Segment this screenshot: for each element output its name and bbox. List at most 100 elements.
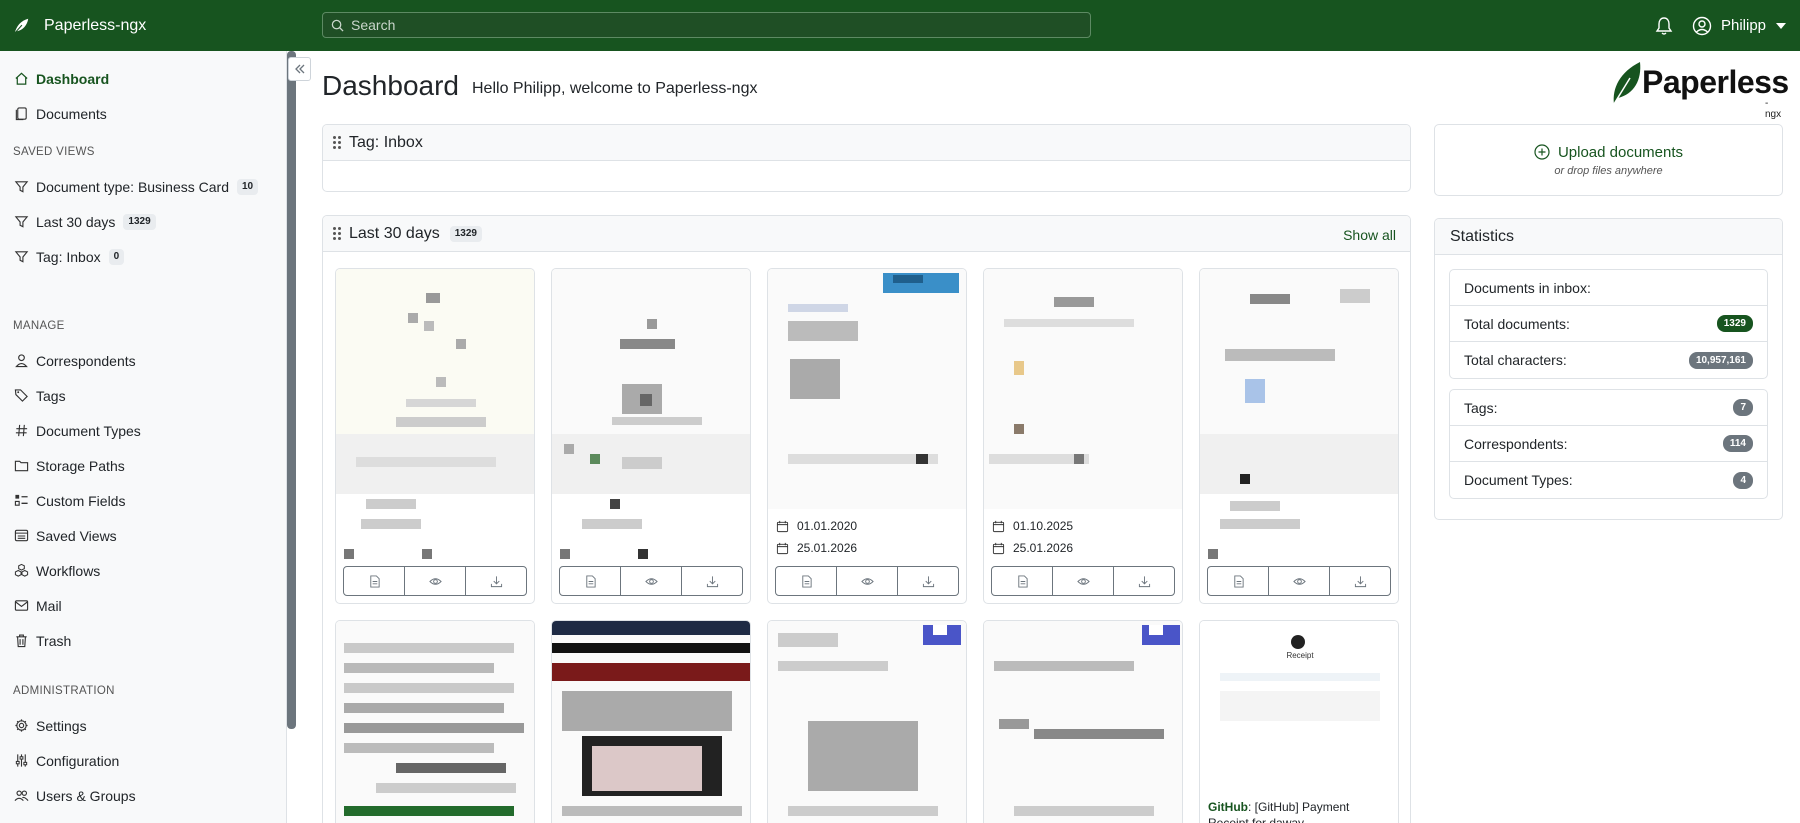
document-title[interactable]: GitHub: [GitHub] Payment Receipt for daw… <box>1200 791 1398 823</box>
sidebar-item-label: Tag: Inbox <box>36 248 101 265</box>
sidebar-item-dashboard[interactable]: Dashboard <box>0 61 286 96</box>
upload-documents-button[interactable]: Upload documents <box>1534 144 1683 161</box>
sidebar-item-workflows[interactable]: Workflows <box>0 553 286 588</box>
funnel-icon <box>14 251 29 263</box>
document-dates: 01.10.2025 25.01.2026 <box>984 509 1182 559</box>
widget-header[interactable]: Tag: Inbox <box>323 125 1410 161</box>
widget-header[interactable]: Last 30 days 1329 <box>323 216 1410 252</box>
app-name: Paperless-ngx <box>44 16 147 34</box>
stat-label: Total characters: <box>1464 352 1567 368</box>
user-avatar-icon <box>1692 16 1712 35</box>
sidebar-item-mail[interactable]: Mail <box>0 588 286 623</box>
document-thumbnail[interactable] <box>768 269 966 509</box>
document-thumbnail[interactable] <box>552 621 750 823</box>
document-thumbnail[interactable] <box>984 269 1182 509</box>
stat-total-characters: Total characters: 10,957,161 <box>1450 342 1767 378</box>
sidebar-item-document-types[interactable]: Document Types <box>0 413 286 448</box>
sidebar-item-storage-paths[interactable]: Storage Paths <box>0 448 286 483</box>
download-icon <box>922 575 934 587</box>
document-card[interactable] <box>335 268 535 604</box>
preview-button[interactable] <box>1053 567 1114 595</box>
document-card[interactable] <box>1199 268 1399 604</box>
sidebar-item-configuration[interactable]: Configuration <box>0 743 286 778</box>
stat-correspondents[interactable]: Correspondents: 114 <box>1450 426 1767 462</box>
download-button[interactable] <box>466 567 526 595</box>
search-box[interactable] <box>322 12 1091 38</box>
details-button[interactable] <box>992 567 1053 595</box>
drag-handle-icon[interactable] <box>333 135 341 150</box>
sidebar-item-tags[interactable]: Tags <box>0 378 286 413</box>
drag-handle-icon[interactable] <box>333 226 341 241</box>
document-card[interactable]: 01.01.2020 25.01.2026 <box>767 268 967 604</box>
statistics-group-documents: Documents in inbox: Total documents: 132… <box>1449 269 1768 379</box>
document-card[interactable] <box>551 268 751 604</box>
download-button[interactable] <box>682 567 742 595</box>
sidebar-item-users-groups[interactable]: Users & Groups <box>0 778 286 813</box>
date-text: 01.10.2025 <box>1013 519 1074 533</box>
sidebar-item-saved-views[interactable]: Saved Views <box>0 518 286 553</box>
eye-icon <box>428 577 442 585</box>
preview-button[interactable] <box>1269 567 1330 595</box>
upload-widget[interactable]: Upload documents or drop files anywhere <box>1434 124 1783 196</box>
details-button[interactable] <box>1208 567 1269 595</box>
saved-views-heading: SAVED VIEWS <box>13 146 95 158</box>
sidebar-saved-view[interactable]: Tag: Inbox 0 <box>0 239 286 274</box>
sidebar-item-trash[interactable]: Trash <box>0 623 286 658</box>
document-card[interactable] <box>551 620 751 823</box>
sidebar-item-custom-fields[interactable]: Custom Fields <box>0 483 286 518</box>
preview-button[interactable] <box>621 567 682 595</box>
person-icon <box>15 354 28 368</box>
download-button[interactable] <box>1330 567 1390 595</box>
document-card[interactable] <box>335 620 535 823</box>
document-thumbnail[interactable] <box>336 621 534 823</box>
details-button[interactable] <box>344 567 405 595</box>
details-button[interactable] <box>560 567 621 595</box>
preview-button[interactable] <box>405 567 466 595</box>
stat-document-types[interactable]: Document Types: 4 <box>1450 462 1767 498</box>
document-card[interactable]: 01.10.2025 25.01.2026 <box>983 268 1183 604</box>
download-button[interactable] <box>1114 567 1174 595</box>
count-badge: 0 <box>108 248 125 265</box>
download-button[interactable] <box>898 567 958 595</box>
statistics-group-metadata: Tags: 7 Correspondents: 114 Document Typ… <box>1449 389 1768 499</box>
window-stack-icon <box>14 529 29 542</box>
sidebar-saved-view[interactable]: Document type: Business Card 10 <box>0 169 286 204</box>
details-button[interactable] <box>776 567 837 595</box>
user-menu[interactable]: Philipp <box>1692 16 1786 36</box>
document-thumbnail[interactable] <box>984 621 1182 823</box>
search-input[interactable] <box>351 17 1051 33</box>
sidebar-saved-view[interactable]: Last 30 days 1329 <box>0 204 286 239</box>
document-card[interactable] <box>983 620 1183 823</box>
file-text-icon <box>585 574 596 588</box>
stat-label: Documents in inbox: <box>1464 279 1591 296</box>
document-card[interactable] <box>767 620 967 823</box>
preview-button[interactable] <box>837 567 898 595</box>
sidebar-scrollbar[interactable] <box>287 51 296 729</box>
sidebar-item-label: Workflows <box>36 562 101 579</box>
bell-icon[interactable] <box>1654 16 1674 36</box>
sidebar-item-documents[interactable]: Documents <box>0 96 286 131</box>
correspondent-name[interactable]: GitHub <box>1208 800 1248 814</box>
added-date: 25.01.2026 <box>992 537 1174 559</box>
document-dates: 01.01.2020 25.01.2026 <box>768 509 966 559</box>
show-all-link[interactable]: Show all <box>1343 227 1396 243</box>
stat-tags[interactable]: Tags: 7 <box>1450 390 1767 426</box>
sidebar-item-label: Last 30 days <box>36 213 116 230</box>
trash-icon <box>16 634 27 648</box>
sidebar-item-label: Correspondents <box>36 352 136 369</box>
sidebar: Dashboard Documents SAVED VIEWS Document… <box>0 51 287 823</box>
document-card[interactable]: Receipt GitHub: [GitHub] Payment Receipt… <box>1199 620 1399 823</box>
hash-icon <box>15 424 28 437</box>
sidebar-item-label: Document type: Business Card <box>36 178 229 195</box>
document-thumbnail[interactable] <box>768 621 966 823</box>
collapse-sidebar-button[interactable] <box>288 57 311 81</box>
inbox-widget: Tag: Inbox <box>322 124 1411 192</box>
brand[interactable]: Paperless-ngx <box>0 17 320 35</box>
recent-documents-widget: Last 30 days 1329 Show all 01.01.2020 25… <box>322 215 1411 823</box>
sidebar-item-correspondents[interactable]: Correspondents <box>0 343 286 378</box>
added-date: 25.01.2026 <box>776 537 958 559</box>
sidebar-item-settings[interactable]: Settings <box>0 708 286 743</box>
document-thumbnail[interactable]: Receipt <box>1200 621 1398 791</box>
stat-total-documents[interactable]: Total documents: 1329 <box>1450 306 1767 342</box>
stat-documents-in-inbox[interactable]: Documents in inbox: <box>1450 270 1767 306</box>
